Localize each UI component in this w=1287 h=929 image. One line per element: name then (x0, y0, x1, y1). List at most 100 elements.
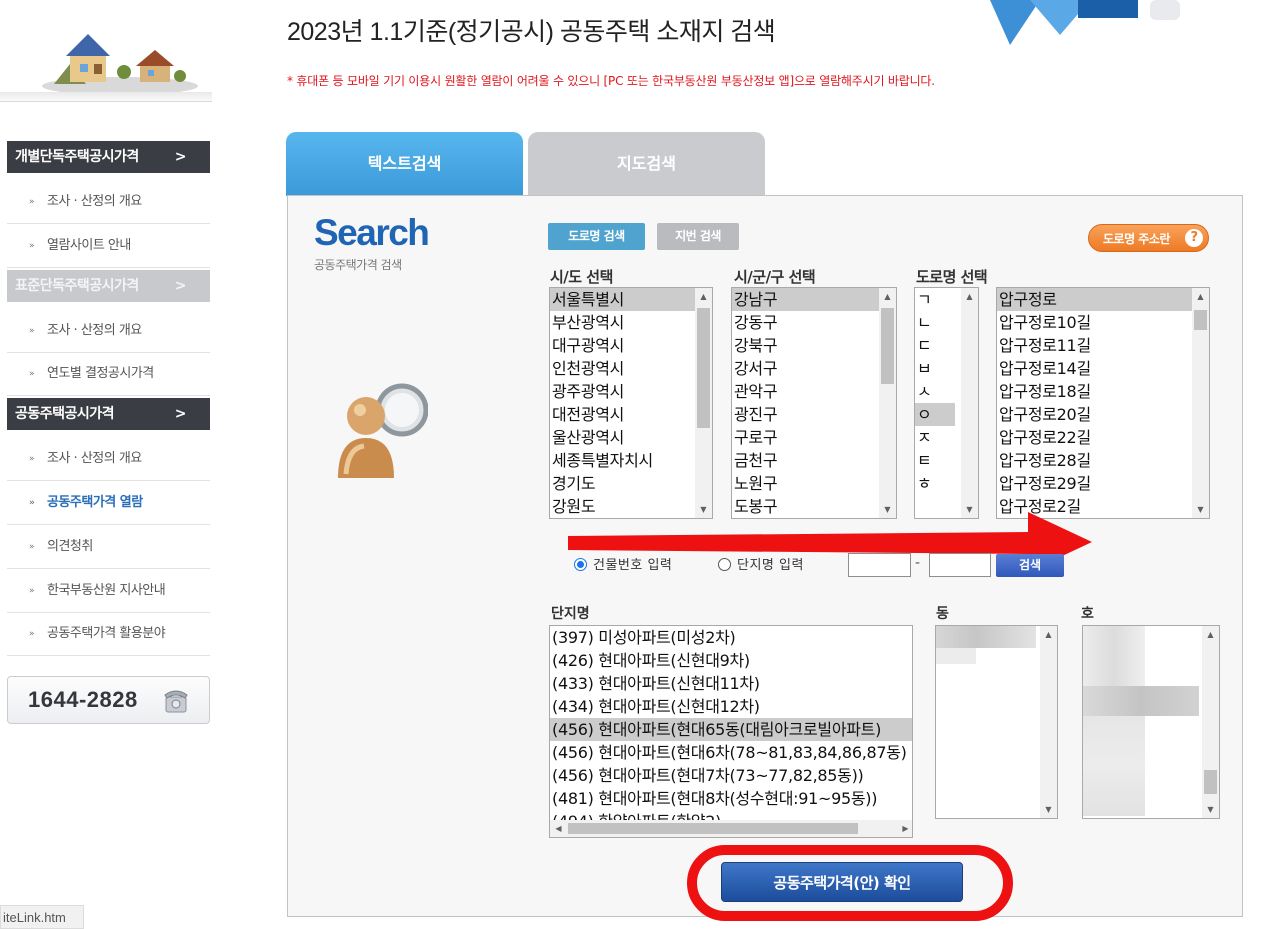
menu-item-opinion[interactable]: » 의견청취 (7, 525, 210, 569)
scrollbar[interactable]: ▲ ▼ (961, 288, 978, 518)
scroll-thumb[interactable] (1204, 770, 1217, 794)
menu-header-individual-house[interactable]: 개별단독주택공시가격 > (7, 141, 210, 173)
building-number-sub-input[interactable] (929, 553, 991, 577)
menu-item-survey-overview-2[interactable]: » 조사 · 산정의 개요 (7, 309, 210, 353)
scroll-thumb[interactable] (697, 308, 710, 428)
road-option[interactable]: 압구정로22길 (997, 426, 1209, 449)
sigungu-option[interactable]: 노원구 (732, 472, 896, 495)
sigungu-option[interactable]: 강북구 (732, 334, 896, 357)
sido-option[interactable]: 울산광역시 (550, 426, 712, 449)
scroll-thumb[interactable] (1194, 310, 1207, 330)
road-option[interactable]: 압구정로14길 (997, 357, 1209, 380)
complex-option[interactable]: (481) 현대아파트(현대8차(성수현대:91~95동)) (550, 787, 912, 810)
scroll-up-icon[interactable]: ▲ (1040, 626, 1057, 643)
dong-label: 동 (936, 606, 949, 622)
horizontal-scrollbar[interactable]: ◀ ▶ (550, 820, 912, 837)
radio-icon[interactable] (718, 558, 731, 571)
sido-select[interactable]: 서울특별시 부산광역시 대구광역시 인천광역시 광주광역시 대전광역시 울산광역… (549, 287, 713, 519)
scroll-left-icon[interactable]: ◀ (550, 820, 567, 837)
scroll-up-icon[interactable]: ▲ (961, 288, 978, 305)
menu-item-viewing-site-guide[interactable]: » 열람사이트 안내 (7, 224, 210, 268)
scroll-thumb[interactable] (568, 823, 858, 834)
sigungu-option[interactable]: 강남구 (732, 288, 896, 311)
radio-complex-name[interactable]: 단지명 입력 (718, 554, 804, 573)
menu-item-label: 공동주택가격 열람 (47, 495, 143, 510)
scroll-down-icon[interactable]: ▼ (1202, 801, 1219, 818)
scrollbar[interactable]: ▲ ▼ (1192, 288, 1209, 518)
complex-option[interactable]: (456) 현대아파트(현대7차(73~77,82,85동)) (550, 764, 912, 787)
menu-item-branch-guide[interactable]: » 한국부동산원 지사안내 (7, 569, 210, 613)
menu-item-survey-overview-3[interactable]: » 조사 · 산정의 개요 (7, 437, 210, 481)
complex-option[interactable]: (426) 현대아파트(신현대9차) (550, 649, 912, 672)
sigungu-option[interactable]: 강동구 (732, 311, 896, 334)
menu-header-standard-house[interactable]: 표준단독주택공시가격 > (7, 270, 210, 302)
scroll-thumb[interactable] (881, 308, 894, 384)
tab-text-search[interactable]: 텍스트검색 (286, 132, 523, 196)
complex-option[interactable]: (433) 현대아파트(신현대11차) (550, 672, 912, 695)
sido-option[interactable]: 서울특별시 (550, 288, 712, 311)
sido-option[interactable]: 경기도 (550, 472, 712, 495)
sigungu-option[interactable]: 관악구 (732, 380, 896, 403)
blurred-option[interactable] (936, 626, 1036, 648)
dong-select[interactable]: ▲ ▼ (935, 625, 1058, 819)
sido-option[interactable]: 광주광역시 (550, 380, 712, 403)
road-option[interactable]: 압구정로28길 (997, 449, 1209, 472)
lot-search-button[interactable]: 지번 검색 (657, 223, 739, 250)
ho-select[interactable]: ▲ ▼ (1082, 625, 1220, 819)
road-select[interactable]: 압구정로 압구정로10길 압구정로11길 압구정로14길 압구정로18길 압구정… (996, 287, 1210, 519)
scrollbar[interactable]: ▲ ▼ (695, 288, 712, 518)
scroll-up-icon[interactable]: ▲ (1202, 626, 1219, 643)
radio-icon[interactable] (574, 558, 587, 571)
sigungu-option[interactable]: 강서구 (732, 357, 896, 380)
complex-option[interactable]: (456) 현대아파트(현대6차(78~81,83,84,86,87동) (550, 741, 912, 764)
menu-item-usage[interactable]: » 공동주택가격 활용분야 (7, 612, 210, 656)
road-option[interactable]: 압구정로20길 (997, 403, 1209, 426)
sigungu-select[interactable]: 강남구 강동구 강북구 강서구 관악구 광진구 구로구 금천구 노원구 도봉구 … (731, 287, 897, 519)
road-option[interactable]: 압구정로10길 (997, 311, 1209, 334)
sigungu-option[interactable]: 구로구 (732, 426, 896, 449)
sigungu-option[interactable]: 광진구 (732, 403, 896, 426)
road-option[interactable]: 압구정로 (997, 288, 1209, 311)
scroll-up-icon[interactable]: ▲ (879, 288, 896, 305)
scrollbar[interactable]: ▲ ▼ (1040, 626, 1057, 818)
blurred-option[interactable] (936, 648, 976, 664)
scroll-down-icon[interactable]: ▼ (1192, 501, 1209, 518)
scroll-right-icon[interactable]: ▶ (897, 820, 912, 837)
red-highlight-annotation (687, 845, 1013, 921)
blurred-option[interactable] (1083, 626, 1145, 686)
tab-map-search[interactable]: 지도검색 (528, 132, 765, 196)
notice-text: * 휴대폰 등 모바일 기기 이용시 원활한 열람이 어려울 수 있으니 [PC… (287, 74, 935, 88)
menu-item-apartment-price-view[interactable]: » 공동주택가격 열람 (7, 481, 210, 525)
sido-option[interactable]: 인천광역시 (550, 357, 712, 380)
menu-item-yearly-prices[interactable]: » 연도별 결정공시가격 (7, 352, 210, 396)
menu-header-apartment[interactable]: 공동주택공시가격 > (7, 398, 210, 430)
search-logo: Search (314, 212, 430, 253)
road-option[interactable]: 압구정로11길 (997, 334, 1209, 357)
road-search-button[interactable]: 도로명 검색 (548, 223, 645, 250)
road-address-guide-button[interactable]: 도로명 주소란 ? (1088, 224, 1209, 252)
complex-select[interactable]: (397) 미성아파트(미성2차) (426) 현대아파트(신현대9차) (43… (549, 625, 913, 838)
menu-item-survey-overview-1[interactable]: » 조사 · 산정의 개요 (7, 180, 210, 224)
building-number-main-input[interactable] (848, 553, 911, 577)
scroll-up-icon[interactable]: ▲ (695, 288, 712, 305)
blurred-option[interactable] (1083, 716, 1145, 816)
sigungu-option[interactable]: 금천구 (732, 449, 896, 472)
scrollbar[interactable]: ▲ ▼ (879, 288, 896, 518)
sido-option[interactable]: 세종특별자치시 (550, 449, 712, 472)
sido-option[interactable]: 대전광역시 (550, 403, 712, 426)
radio-building-number[interactable]: 건물번호 입력 (574, 554, 672, 573)
complex-option[interactable]: (434) 현대아파트(신현대12차) (550, 695, 912, 718)
search-button[interactable]: 검색 (996, 554, 1064, 577)
sido-option[interactable]: 대구광역시 (550, 334, 712, 357)
complex-option[interactable]: (456) 현대아파트(현대65동(대림아크로빌아파트) (550, 718, 912, 741)
scrollbar[interactable]: ▲ ▼ (1202, 626, 1219, 818)
scroll-down-icon[interactable]: ▼ (1040, 801, 1057, 818)
complex-option[interactable]: (397) 미성아파트(미성2차) (550, 626, 912, 649)
road-option[interactable]: 압구정로29길 (997, 472, 1209, 495)
initial-option[interactable]: ㅇ (915, 403, 955, 426)
blurred-option[interactable] (1083, 686, 1199, 716)
sido-option[interactable]: 부산광역시 (550, 311, 712, 334)
initial-select[interactable]: ㄱ ㄴ ㄷ ㅂ ㅅ ㅇ ㅈ ㅌ ㅎ ▲ ▼ (914, 287, 979, 519)
road-option[interactable]: 압구정로18길 (997, 380, 1209, 403)
scroll-up-icon[interactable]: ▲ (1192, 288, 1209, 305)
